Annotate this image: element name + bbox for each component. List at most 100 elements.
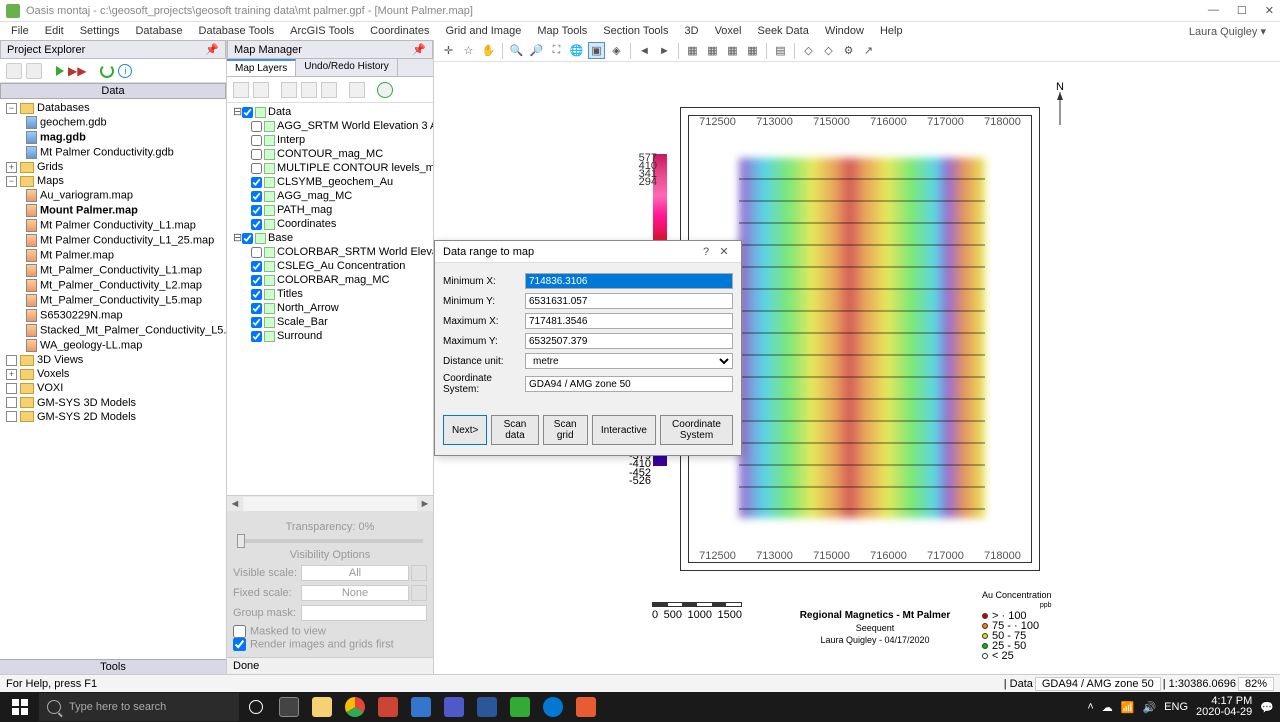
app-icon-2[interactable]: [405, 693, 437, 721]
pin-icon[interactable]: 📌: [412, 43, 426, 56]
horizontal-scrollbar[interactable]: ◄ ►: [227, 495, 433, 511]
layer-checkbox[interactable]: [251, 247, 262, 258]
mm-tool-1[interactable]: [233, 82, 249, 98]
app-icon-3[interactable]: [504, 693, 536, 721]
ct-grid3[interactable]: ▦: [724, 42, 741, 59]
tree-item[interactable]: Mt_Palmer_Conductivity_L1.map: [40, 265, 202, 277]
ct-zoom-fit[interactable]: ⛶: [548, 42, 565, 59]
layer-checkbox[interactable]: [251, 163, 262, 174]
tree-3dviews[interactable]: 3D Views: [37, 354, 83, 366]
tray-wifi-icon[interactable]: 📶: [1121, 701, 1135, 714]
start-button[interactable]: [2, 693, 38, 721]
tray-clock[interactable]: 4:17 PM 2020-04-29: [1196, 696, 1252, 718]
menu-voxel[interactable]: Voxel: [708, 23, 749, 39]
tray-lang[interactable]: ENG: [1164, 701, 1188, 713]
max-y-input[interactable]: [525, 333, 733, 349]
fixed-scale-btn[interactable]: [411, 585, 427, 601]
ct-grid1[interactable]: ▦: [684, 42, 701, 59]
layer-item[interactable]: Coordinates: [277, 218, 336, 230]
transparency-slider[interactable]: [237, 539, 423, 543]
maximize-button[interactable]: ☐: [1237, 4, 1247, 17]
ct-zoom-in[interactable]: 🔍: [508, 42, 525, 59]
menu-help[interactable]: Help: [873, 23, 910, 39]
menu-settings[interactable]: Settings: [73, 23, 127, 39]
file-explorer-icon[interactable]: [306, 693, 338, 721]
coord-system-button[interactable]: Coordinate System: [660, 415, 733, 445]
min-y-input[interactable]: [525, 293, 733, 309]
layer-item[interactable]: CSLEG_Au Concentration: [277, 260, 405, 272]
menu-file[interactable]: File: [4, 23, 36, 39]
menu-window[interactable]: Window: [818, 23, 871, 39]
min-x-input[interactable]: [525, 273, 733, 289]
app-icon-1[interactable]: [372, 693, 404, 721]
tree-item[interactable]: Mt Palmer Conductivity.gdb: [40, 147, 174, 159]
mm-tool-5[interactable]: [321, 82, 337, 98]
layer-item[interactable]: COLORBAR_SRTM World Elevation 3 Arc-Se…: [277, 246, 433, 258]
layer-checkbox[interactable]: [242, 107, 253, 118]
ct-grid2[interactable]: ▦: [704, 42, 721, 59]
layer-item[interactable]: AGG_SRTM World Elevation 3 Arc-Secon…: [277, 120, 433, 132]
layer-checkbox[interactable]: [251, 275, 262, 286]
ct-grid4[interactable]: ▦: [744, 42, 761, 59]
layer-item[interactable]: Interp: [277, 134, 305, 146]
tree-item[interactable]: Stacked_Mt_Palmer_Conductivity_L5.map: [40, 325, 226, 337]
tree-item[interactable]: geochem.gdb: [40, 117, 107, 129]
expand-icon[interactable]: [6, 355, 17, 366]
group-mask-field[interactable]: [301, 605, 427, 621]
slider-thumb[interactable]: [237, 534, 245, 548]
masked-to-view-checkbox[interactable]: [233, 625, 246, 638]
layer-checkbox[interactable]: [251, 303, 262, 314]
interactive-button[interactable]: Interactive: [592, 415, 656, 445]
ct-shape2[interactable]: ◇: [820, 42, 837, 59]
coord-system-input[interactable]: [525, 376, 733, 392]
dialog-help-button[interactable]: ?: [697, 246, 715, 258]
layer-item[interactable]: AGG_mag_MC: [277, 190, 352, 202]
menu-seek-data[interactable]: Seek Data: [750, 23, 815, 39]
layer-checkbox[interactable]: [251, 289, 262, 300]
tree-item[interactable]: Mt Palmer Conductivity_L1.map: [40, 220, 196, 232]
layer-item[interactable]: CLSYMB_geochem_Au: [277, 176, 393, 188]
mm-tool-4[interactable]: [301, 82, 317, 98]
layer-checkbox[interactable]: [251, 317, 262, 328]
tree-item[interactable]: Mt Palmer.map: [40, 250, 114, 262]
mm-tool-2[interactable]: [253, 82, 269, 98]
tree-item[interactable]: mag.gdb: [40, 132, 86, 144]
dialog-close-button[interactable]: ✕: [715, 245, 733, 258]
menu-map-tools[interactable]: Map Tools: [530, 23, 594, 39]
ct-layer-active[interactable]: ▣: [588, 42, 605, 59]
ct-tool-a[interactable]: ◈: [608, 42, 625, 59]
layer-checkbox[interactable]: [251, 121, 262, 132]
tray-cloud-icon[interactable]: ☁: [1102, 701, 1113, 714]
scroll-left-icon[interactable]: ◄: [227, 498, 243, 510]
layer-item[interactable]: CONTOUR_mag_MC: [277, 148, 383, 160]
layer-checkbox[interactable]: [251, 261, 262, 272]
menu-database-tools[interactable]: Database Tools: [192, 23, 282, 39]
max-x-input[interactable]: [525, 313, 733, 329]
layer-checkbox[interactable]: [251, 219, 262, 230]
tree-grids[interactable]: Grids: [37, 161, 63, 173]
mm-tool-3[interactable]: [281, 82, 297, 98]
layer-checkbox[interactable]: [251, 191, 262, 202]
layer-checkbox[interactable]: [251, 177, 262, 188]
menu-section-tools[interactable]: Section Tools: [596, 23, 675, 39]
close-button[interactable]: ✕: [1265, 4, 1274, 17]
tree-item[interactable]: WA_geology-LL.map: [40, 340, 142, 352]
expand-icon[interactable]: [6, 383, 17, 394]
menu-3d[interactable]: 3D: [678, 23, 706, 39]
scroll-track[interactable]: [243, 497, 417, 511]
ct-export[interactable]: ↗: [860, 42, 877, 59]
tree-gmsys2d[interactable]: GM-SYS 2D Models: [37, 411, 136, 423]
refresh-icon[interactable]: [100, 64, 114, 78]
expand-icon[interactable]: +: [6, 162, 17, 173]
layer-item[interactable]: COLORBAR_mag_MC: [277, 274, 389, 286]
ct-fwd[interactable]: ►: [656, 42, 673, 59]
expand-icon[interactable]: −: [6, 176, 17, 187]
status-coord-system[interactable]: GDA94 / AMG zone 50: [1035, 677, 1161, 691]
tree-maps[interactable]: Maps: [37, 175, 64, 187]
minimize-button[interactable]: —: [1208, 4, 1219, 17]
teams-icon[interactable]: [438, 693, 470, 721]
mm-tool-6[interactable]: [349, 82, 365, 98]
tray-chevron-icon[interactable]: ˄: [1087, 701, 1093, 713]
system-tray[interactable]: ˄ ☁ 📶 🔊 ENG 4:17 PM 2020-04-29 💬: [1087, 696, 1278, 718]
taskbar-search[interactable]: Type here to search: [39, 693, 239, 721]
